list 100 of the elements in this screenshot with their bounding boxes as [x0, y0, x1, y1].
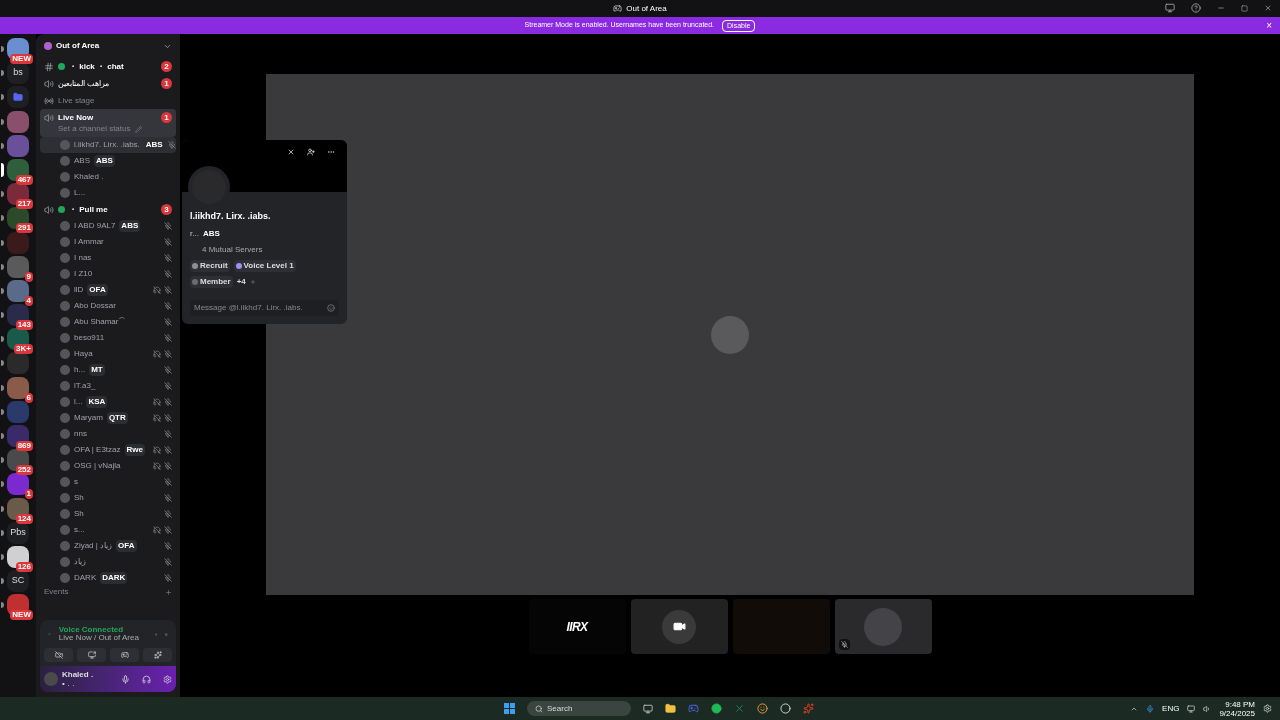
- guild-tag: QTR: [106, 412, 128, 424]
- more-icon[interactable]: [327, 148, 335, 156]
- voice-member[interactable]: زياد: [40, 554, 176, 570]
- more-roles[interactable]: +4: [236, 275, 246, 288]
- channel-name: Live stage: [58, 94, 95, 107]
- voice-member[interactable]: s: [40, 474, 176, 490]
- guild-tag: MT: [89, 364, 105, 376]
- voice-member[interactable]: Sh: [40, 506, 176, 522]
- guild-tag: ABS: [94, 155, 115, 167]
- voice-member[interactable]: Abo Dossar: [40, 298, 176, 314]
- voice-member[interactable]: s...: [40, 522, 176, 538]
- close-button[interactable]: ×: [1266, 20, 1272, 31]
- voice-member[interactable]: L...: [40, 185, 176, 201]
- plus-icon[interactable]: [165, 588, 172, 596]
- role-name: Member: [200, 275, 231, 288]
- add-friend-icon[interactable]: [307, 148, 315, 156]
- unread-badge: 252: [15, 465, 33, 476]
- folder-icon[interactable]: [665, 703, 677, 714]
- guild-tag: ABS: [119, 220, 141, 232]
- server-avatar: [44, 42, 52, 50]
- headphones-icon[interactable]: [142, 674, 151, 684]
- message-field[interactable]: Message @l.iikhd7. Lirx. .iabs.: [190, 299, 339, 316]
- close-icon[interactable]: [1264, 4, 1272, 12]
- voice-member[interactable]: Khaled .: [40, 169, 176, 185]
- voice-member[interactable]: Abu Shamar⌒: [40, 314, 176, 330]
- voice-member[interactable]: l.iikhd7. Lirx. .iabs. ABS: [40, 137, 176, 153]
- search-field[interactable]: Search: [527, 701, 632, 716]
- channel-item[interactable]: Live Now 1 Set a channel status: [40, 109, 176, 137]
- voice-member[interactable]: I Ammar: [40, 234, 176, 250]
- mention-badge: 3: [161, 204, 172, 215]
- unread-badge: 124: [15, 513, 33, 524]
- voice-member[interactable]: Sh: [40, 490, 176, 506]
- voice-member[interactable]: I ABD 9AL7 ABS: [40, 218, 176, 234]
- channel-name: مراهب المتابعين: [58, 77, 110, 90]
- voice-member[interactable]: beso911: [40, 330, 176, 346]
- member-name: l.iikhd7. Lirx. .iabs.: [74, 139, 140, 151]
- voice-location[interactable]: Live Now / Out of Area: [58, 634, 139, 642]
- channel-item[interactable]: ・ kick ・ chat 2: [40, 58, 176, 75]
- music-app-icon[interactable]: [711, 703, 723, 714]
- channel-name: ・ Pull me: [69, 203, 108, 216]
- member-name: Sh: [74, 508, 84, 520]
- voice-member[interactable]: I nas: [40, 250, 176, 266]
- video-tile[interactable]: [630, 599, 728, 654]
- avatar: [711, 315, 749, 354]
- maximize-icon[interactable]: [1241, 4, 1248, 12]
- mutual-servers[interactable]: 4 Mutual Servers: [190, 243, 339, 256]
- guild-tag: OFA: [116, 540, 137, 552]
- mic-icon[interactable]: [121, 674, 130, 684]
- voice-member[interactable]: Maryam QTR: [40, 410, 176, 426]
- voice-member[interactable]: h... MT: [40, 362, 176, 378]
- camera-off-button[interactable]: [44, 648, 73, 662]
- help-icon[interactable]: [1191, 3, 1201, 13]
- unread-badge: 126: [15, 561, 33, 572]
- voice-member[interactable]: ABS ABS: [40, 153, 176, 169]
- channel-name: ・ kick ・ chat: [69, 60, 124, 73]
- clock-time[interactable]: 9:48 PM: [1225, 699, 1255, 709]
- server-icon[interactable]: bs: [7, 62, 29, 85]
- video-tile[interactable]: [834, 599, 932, 654]
- screen-share-button[interactable]: [77, 648, 106, 662]
- unread-badge: 6: [24, 392, 33, 403]
- video-tile[interactable]: lIRX: [528, 599, 626, 654]
- voice-member[interactable]: Haya: [40, 346, 176, 362]
- member-name: s...: [74, 524, 85, 536]
- unread-badge: 291: [15, 223, 33, 234]
- role-name: Recruit: [200, 259, 228, 272]
- channel-item[interactable]: Live stage: [40, 92, 176, 109]
- unread-badge: 4: [24, 295, 33, 306]
- clock-date[interactable]: 9/24/2025: [1219, 708, 1255, 718]
- language-indicator[interactable]: ENG: [1162, 702, 1180, 715]
- server-icon[interactable]: SC: [7, 570, 29, 593]
- voice-member[interactable]: OFA | E3tzaz Rwe: [40, 442, 176, 458]
- mic-icon[interactable]: [1146, 704, 1155, 713]
- activity-button[interactable]: [110, 648, 139, 662]
- video-camera-icon: [662, 609, 696, 644]
- member-name: DARK: [74, 572, 97, 584]
- smiley-app-icon[interactable]: [757, 703, 769, 714]
- volume-icon[interactable]: [1203, 704, 1212, 713]
- voice-member[interactable]: nns: [40, 426, 176, 442]
- emoji-icon[interactable]: [327, 303, 335, 312]
- folder-icon[interactable]: [7, 86, 29, 109]
- unread-badge: 143: [15, 320, 33, 331]
- channel-item[interactable]: ・ Pull me 3: [40, 201, 176, 218]
- soundboard-button[interactable]: [143, 648, 172, 662]
- events-heading[interactable]: Events: [44, 586, 69, 598]
- username: Khaled .: [62, 670, 94, 679]
- channel-name: Live Now: [58, 111, 94, 124]
- unread-badge: NEW: [10, 54, 33, 64]
- server-icon[interactable]: Pbs: [7, 521, 29, 544]
- voice-member[interactable]: OSG | vNajla: [40, 458, 176, 474]
- voice-member[interactable]: l... KSA: [40, 394, 176, 410]
- voice-member[interactable]: llD OFA: [40, 282, 176, 298]
- guild-tag: DARK: [100, 572, 128, 584]
- start-icon[interactable]: [504, 703, 516, 714]
- member-name: Abu Shamar⌒: [74, 316, 127, 328]
- voice-member[interactable]: lT.a3_: [40, 378, 176, 394]
- settings-icon[interactable]: [163, 674, 172, 684]
- voice-member[interactable]: DARK DARK: [40, 570, 176, 586]
- server-name[interactable]: Out of Area: [56, 40, 100, 52]
- member-name: h...: [74, 364, 86, 376]
- voice-member[interactable]: I Z10: [40, 266, 176, 282]
